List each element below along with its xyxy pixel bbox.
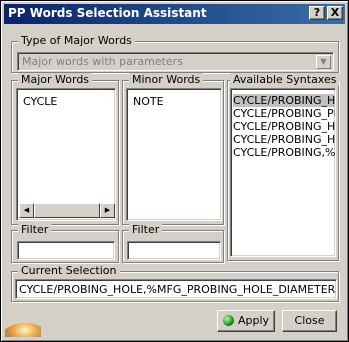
- major-words-group: Major Words CYCLE ◀ ▶: [11, 73, 119, 225]
- list-item[interactable]: NOTE: [133, 95, 164, 108]
- major-words-label: Major Words: [18, 73, 93, 86]
- list-item[interactable]: CYCLE/PROBING,%M: [233, 146, 335, 159]
- available-syntaxes-label: Available Syntaxes: [230, 73, 340, 86]
- current-selection-field[interactable]: CYCLE/PROBING_HOLE,%MFG_PROBING_HOLE_DIA…: [15, 279, 337, 299]
- chevron-down-icon[interactable]: ▼: [316, 55, 331, 69]
- apply-icon: [222, 315, 234, 326]
- title-bar[interactable]: PP Words Selection Assistant ? X: [4, 4, 345, 24]
- current-selection-label: Current Selection: [18, 264, 120, 277]
- close-window-button[interactable]: X: [327, 6, 343, 20]
- major-filter-group: Filter: [11, 223, 119, 263]
- close-button[interactable]: Close: [282, 310, 337, 332]
- minor-filter-group: Filter: [122, 223, 224, 263]
- major-words-scrollbar[interactable]: ◀ ▶: [19, 203, 115, 218]
- minor-words-label: Minor Words: [129, 73, 204, 86]
- major-filter-input[interactable]: [17, 241, 115, 260]
- help-button[interactable]: ?: [309, 6, 325, 20]
- globe-logo-icon: [5, 309, 41, 337]
- minor-filter-label: Filter: [129, 223, 163, 236]
- available-syntaxes-group: Available Syntaxes CYCLE/PROBING_HO CYCL…: [227, 73, 340, 261]
- current-selection-group: Current Selection CYCLE/PROBING_HOLE,%MF…: [11, 264, 339, 302]
- type-of-major-words-group: Type of Major Words Major words with par…: [11, 34, 339, 73]
- scroll-thumb[interactable]: [34, 203, 100, 218]
- list-item[interactable]: CYCLE/PROBING_PIN: [233, 107, 335, 120]
- type-of-major-words-label: Type of Major Words: [18, 34, 135, 47]
- minor-filter-input[interactable]: [127, 241, 221, 260]
- list-item[interactable]: CYCLE/PROBING_HO: [233, 133, 335, 146]
- list-item[interactable]: CYCLE/PROBING_HO: [233, 120, 335, 133]
- window-title: PP Words Selection Assistant: [8, 6, 207, 20]
- list-item[interactable]: CYCLE: [23, 95, 57, 108]
- apply-button[interactable]: Apply: [217, 310, 275, 332]
- current-selection-value: CYCLE/PROBING_HOLE,%MFG_PROBING_HOLE_DIA…: [19, 283, 335, 296]
- available-syntaxes-list[interactable]: CYCLE/PROBING_HO CYCLE/PROBING_PIN CYCLE…: [230, 88, 336, 257]
- apply-label: Apply: [237, 314, 270, 327]
- major-words-type-value: Major words with parameters: [22, 55, 183, 68]
- major-words-type-dropdown[interactable]: Major words with parameters ▼: [17, 52, 334, 71]
- scroll-left-icon[interactable]: ◀: [19, 203, 34, 218]
- major-filter-label: Filter: [18, 223, 52, 236]
- scroll-right-icon[interactable]: ▶: [100, 203, 115, 218]
- dialog-window: PP Words Selection Assistant ? X Type of…: [0, 0, 349, 342]
- list-item[interactable]: CYCLE/PROBING_HO: [233, 94, 335, 107]
- major-words-list[interactable]: CYCLE ◀ ▶: [16, 88, 116, 221]
- minor-words-group: Minor Words NOTE: [122, 73, 224, 225]
- minor-words-list[interactable]: NOTE: [126, 88, 222, 221]
